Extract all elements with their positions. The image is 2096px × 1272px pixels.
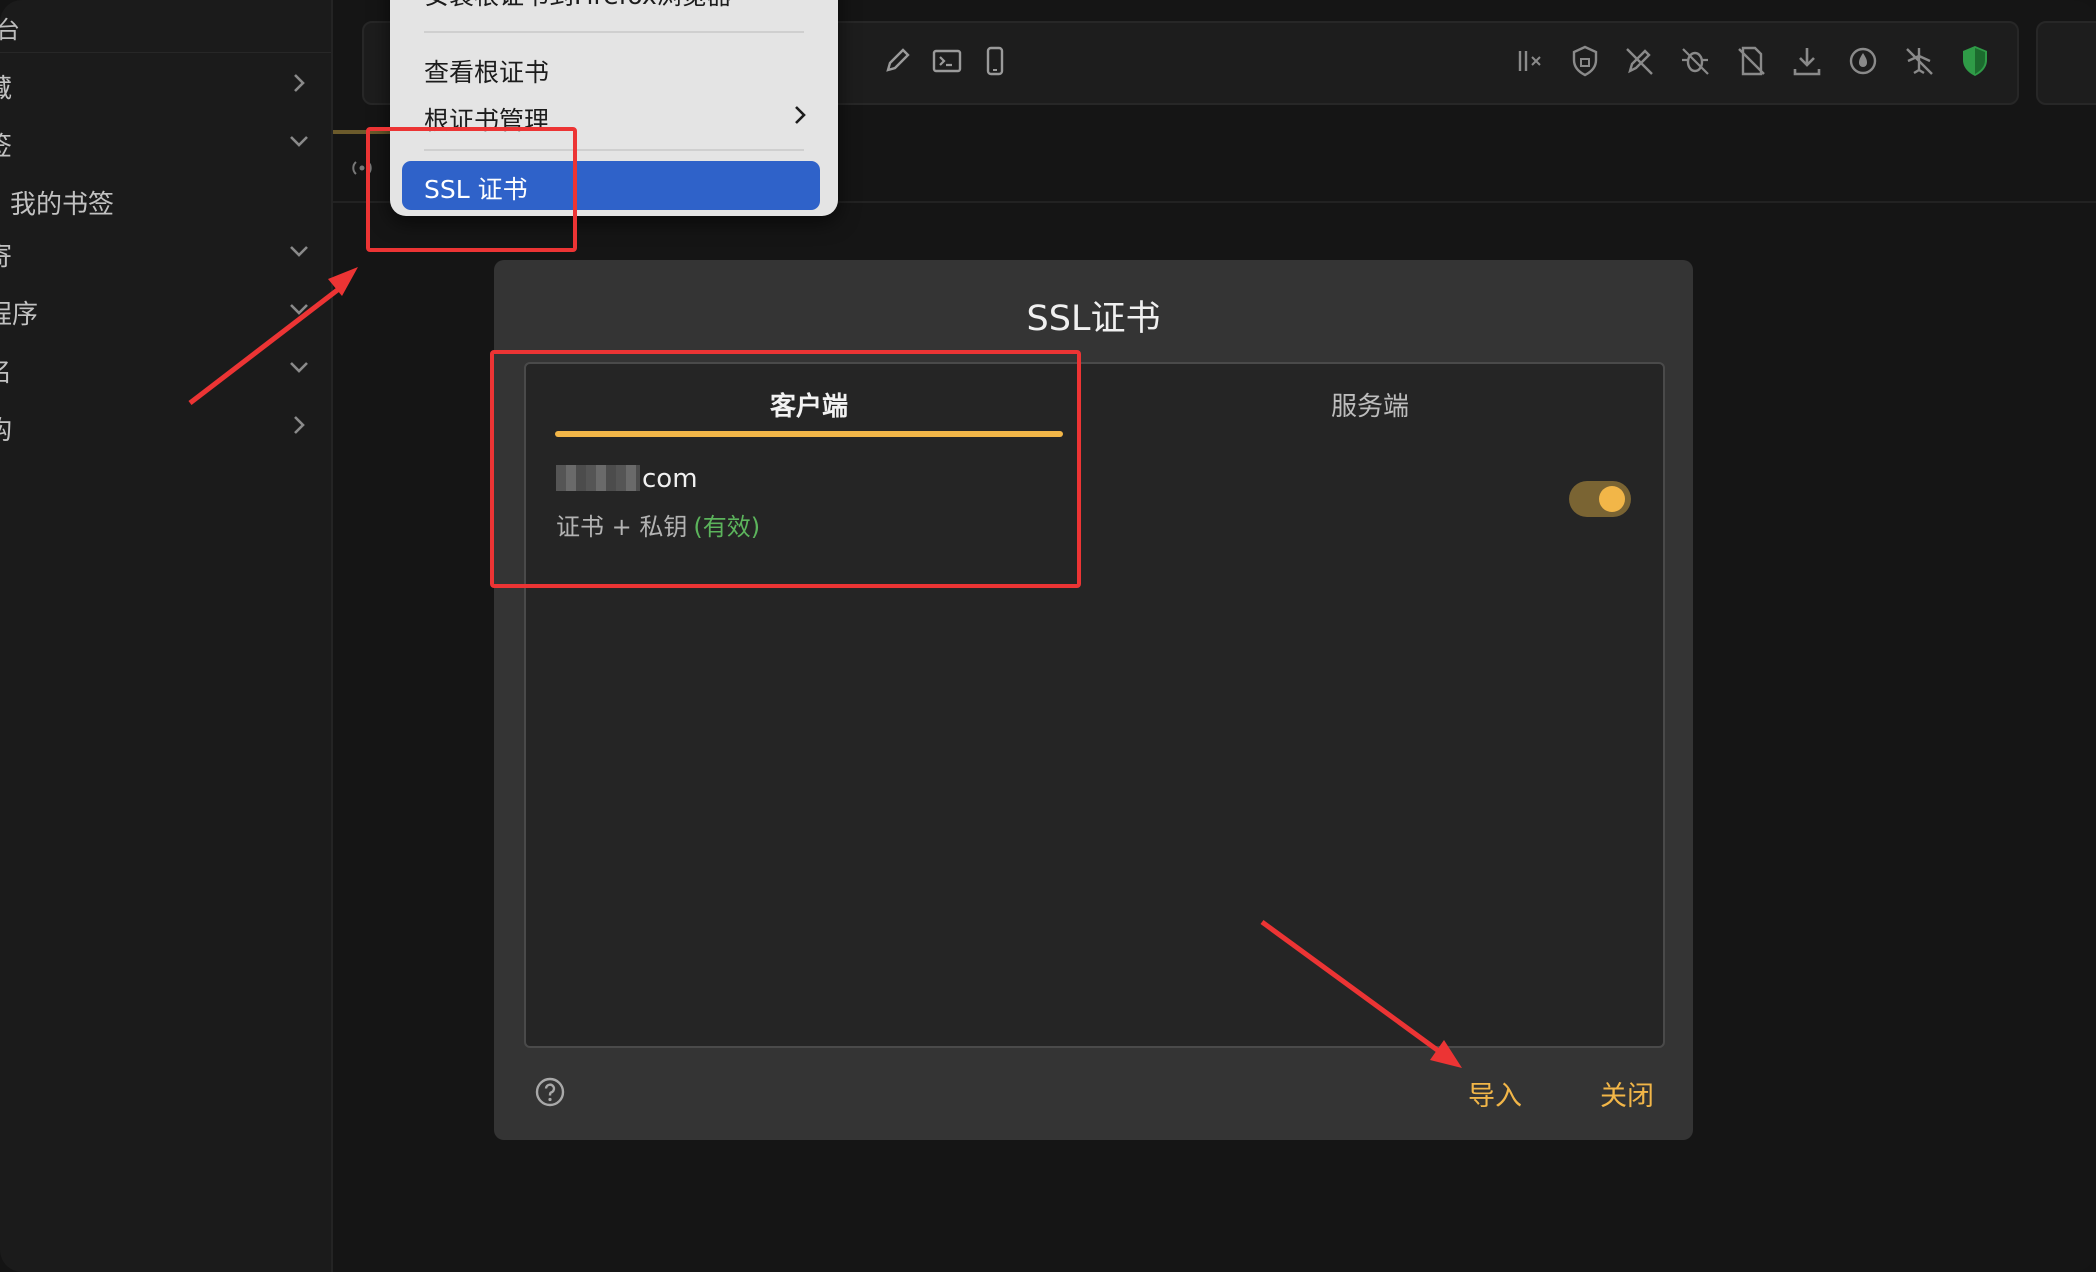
chevron-right-icon (286, 412, 312, 438)
phone-icon[interactable] (978, 43, 1012, 79)
sidebar-item-programs[interactable]: 程序 (0, 284, 331, 336)
tab-server[interactable]: 服务端 (1116, 386, 1624, 423)
sidebar-item-label: 签 (0, 126, 12, 163)
menu-item-view-root-cert[interactable]: 查看根证书 (424, 53, 549, 89)
sidebar-item-group-3[interactable]: 寄 (0, 226, 331, 278)
menu-separator (424, 31, 804, 33)
sidebar-item-group-5[interactable]: 名 (0, 342, 331, 394)
pen-off-icon[interactable] (1622, 43, 1656, 79)
import-button[interactable]: 导入 (1468, 1074, 1522, 1113)
file-off-icon[interactable] (1734, 43, 1768, 79)
chevron-down-icon (286, 354, 312, 380)
download-icon[interactable] (1790, 43, 1824, 79)
chevron-down-icon (286, 238, 312, 264)
chevron-right-icon (790, 103, 810, 127)
dialog-title: SSL证书 (1026, 299, 1161, 339)
sidebar-item-group-6[interactable]: 构 (0, 400, 331, 452)
sidebar-item-bookmarks[interactable]: 签 (0, 116, 331, 168)
chevron-down-icon (286, 128, 312, 154)
toggle-knob (1599, 486, 1625, 512)
sidebar-header: 台 (0, 0, 331, 53)
sidebar-header-label: 台 (0, 16, 20, 44)
annotation-box-menu (366, 127, 577, 252)
toolbar-secondary (2036, 21, 2096, 105)
help-icon[interactable] (534, 1076, 566, 1108)
sidebar-item-label: 寄 (0, 236, 12, 273)
shield-lock-icon[interactable] (1568, 43, 1602, 79)
sidebar-item-label: 构 (0, 410, 12, 447)
sidebar-item-label: 程序 (0, 300, 39, 330)
sidebar: 台 藏 签 我的书签 寄 程序 名 构 (0, 0, 333, 1272)
terminal-icon[interactable] (930, 43, 964, 79)
chevron-down-icon (286, 296, 312, 322)
edit-icon[interactable] (880, 43, 914, 79)
drop-icon[interactable] (1846, 43, 1880, 79)
annotation-box-certificate (490, 350, 1081, 588)
chevron-right-icon (286, 70, 312, 96)
shield-check-icon[interactable] (1958, 43, 1992, 79)
sidebar-item-favorites[interactable]: 藏 (0, 58, 331, 110)
app-window: 台 藏 签 我的书签 寄 程序 名 构 (0, 0, 2096, 1272)
plane-off-icon[interactable] (1902, 43, 1936, 79)
sidebar-item-label: 名 (0, 352, 12, 389)
sidebar-item-label: 藏 (0, 68, 12, 105)
bug-off-icon[interactable] (1678, 43, 1712, 79)
close-button[interactable]: 关闭 (1600, 1074, 1654, 1113)
sidebar-item-label: 我的书签 (10, 190, 115, 220)
certificate-enable-toggle[interactable] (1569, 481, 1631, 517)
menu-item-install-firefox[interactable]: 安装根证书到Firefox浏览器 (424, 0, 732, 12)
split-icon[interactable] (1512, 43, 1546, 79)
sidebar-item-my-bookmarks[interactable]: 我的书签 (0, 174, 331, 226)
